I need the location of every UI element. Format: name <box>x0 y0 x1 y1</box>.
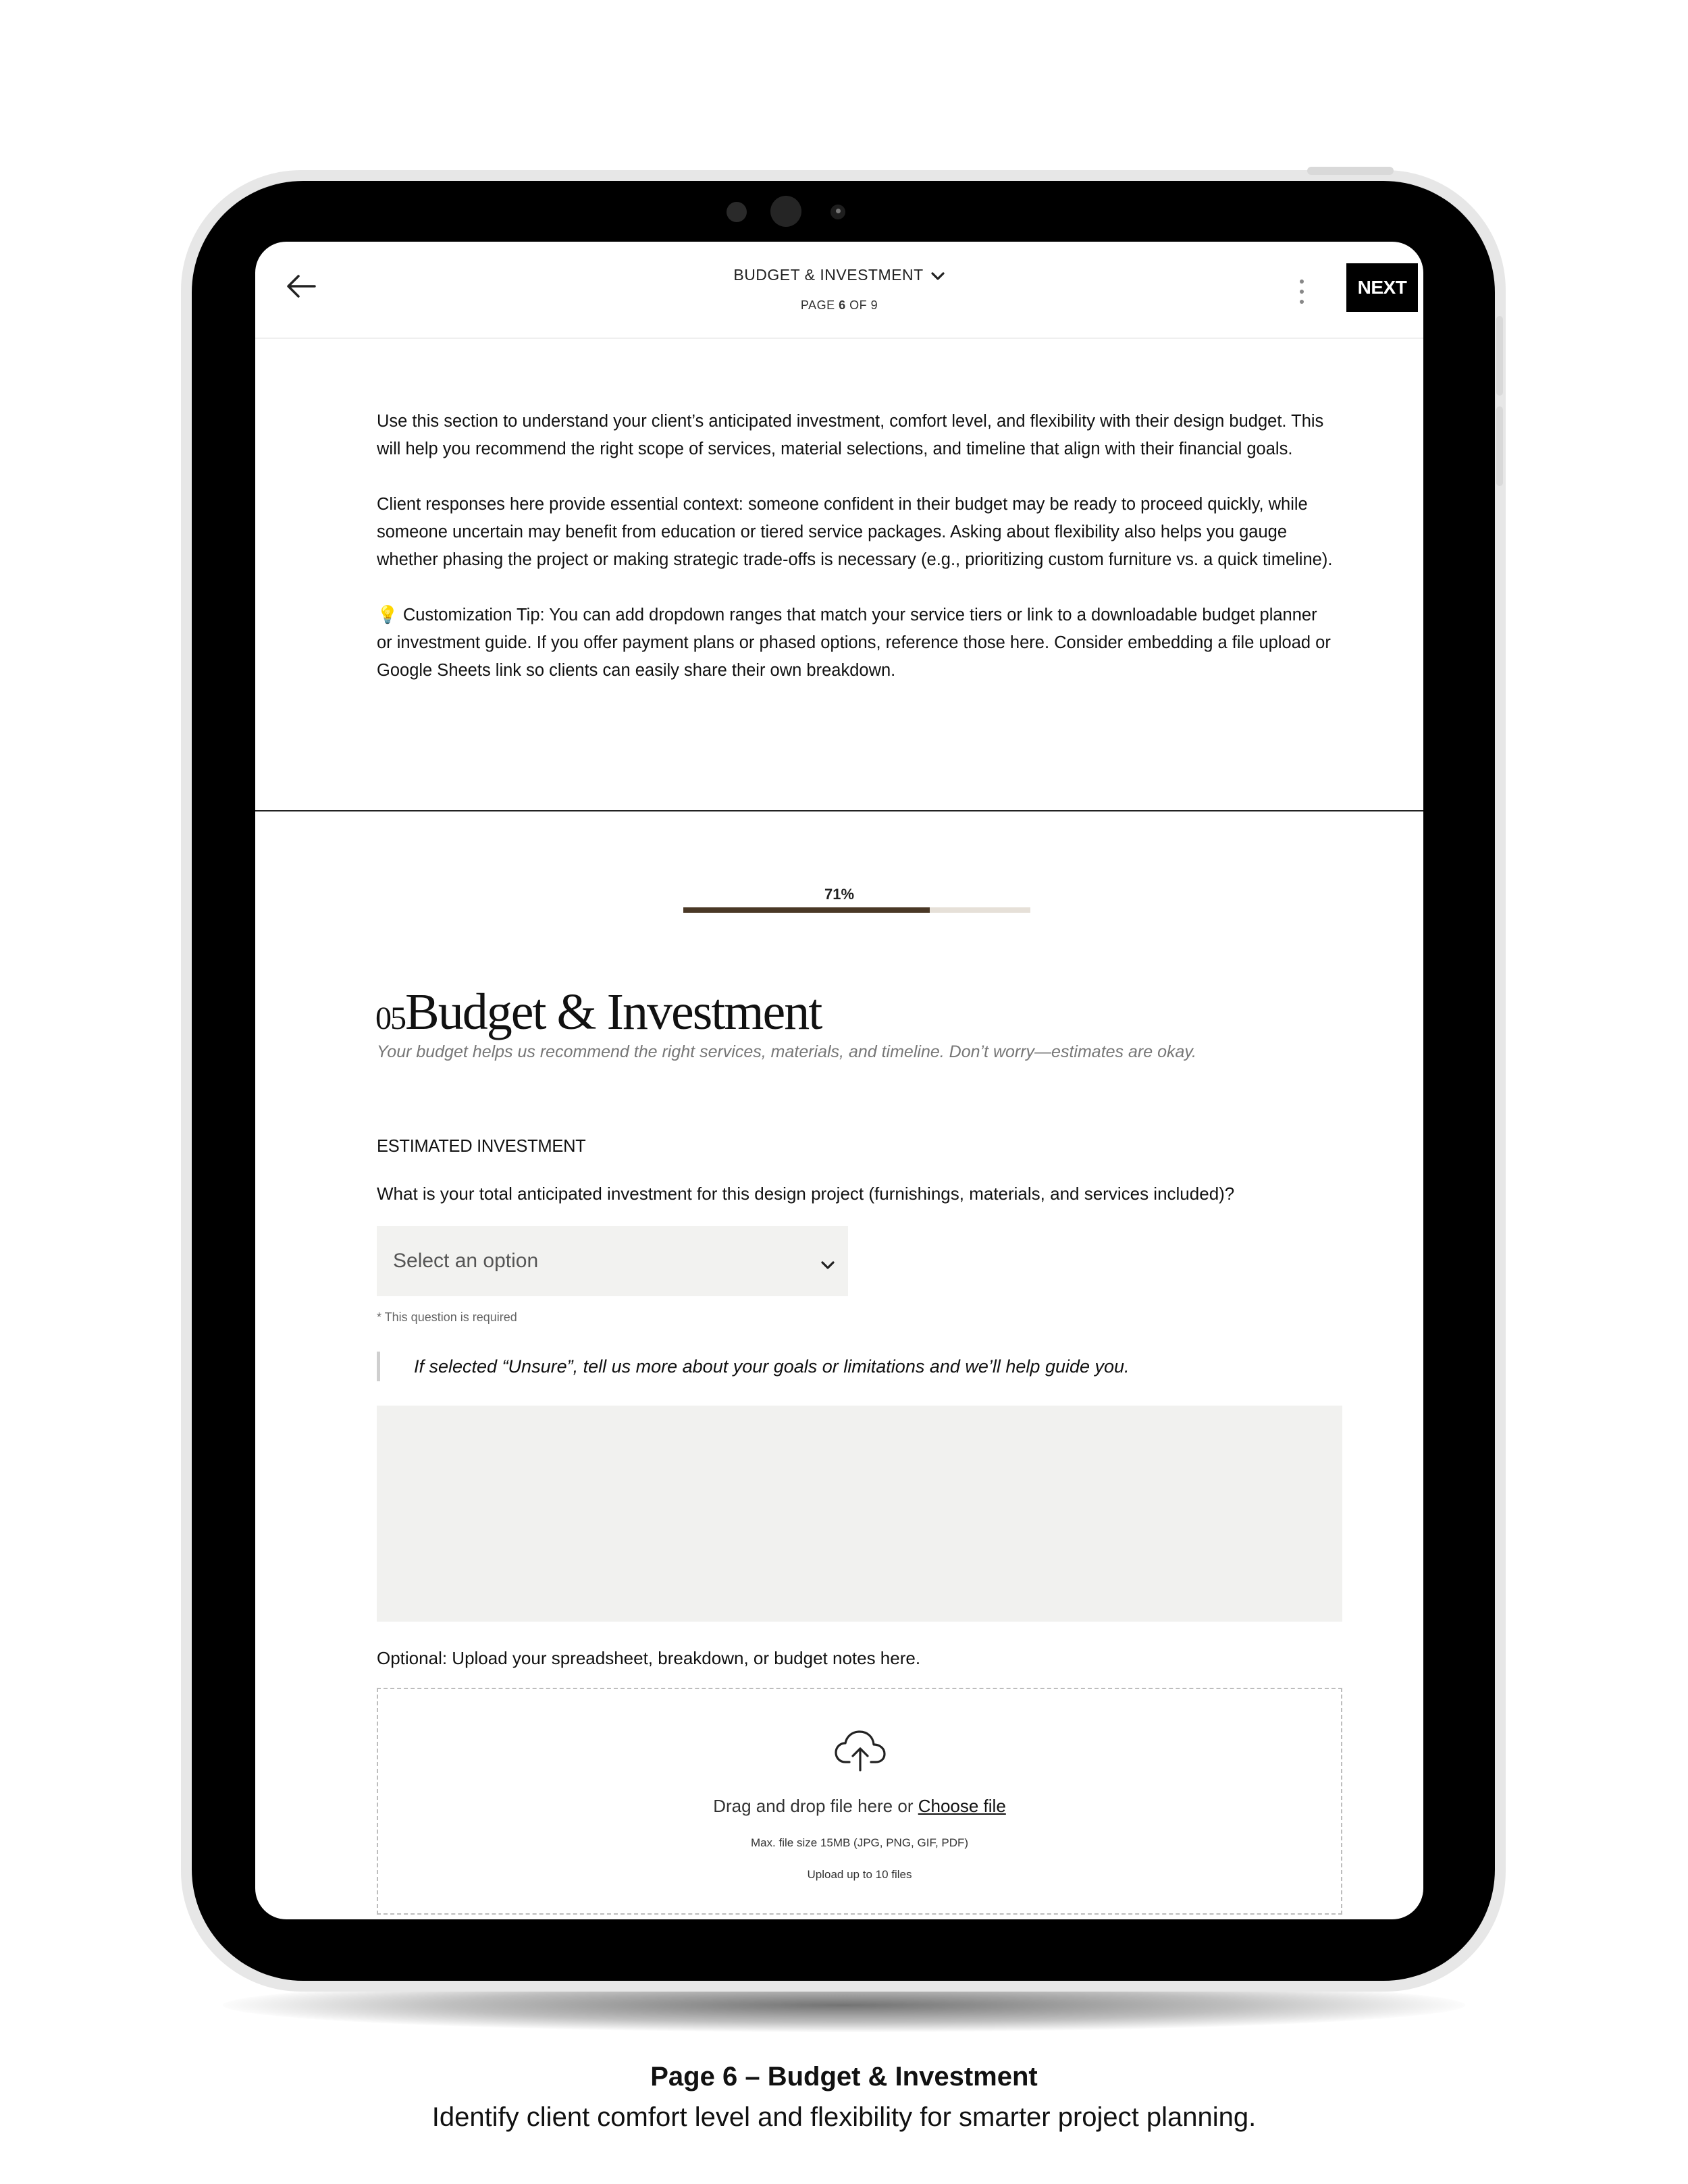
customization-tip: 💡 Customization Tip: You can add dropdow… <box>377 606 1331 680</box>
cloud-upload-icon <box>835 1730 886 1772</box>
progress-bar <box>683 907 1030 913</box>
unsure-details-textarea[interactable] <box>377 1406 1342 1622</box>
more-vertical-icon <box>1300 279 1304 304</box>
file-dropzone[interactable]: Drag and drop file here or Choose file M… <box>377 1688 1342 1915</box>
section-heading: 05Budget & Investment <box>375 983 1321 1042</box>
section-number: 05 <box>375 1001 406 1036</box>
file-count-limit: Upload up to 10 files <box>807 1868 912 1881</box>
tablet-volume-down-button <box>1496 406 1503 486</box>
page-counter: PAGE 6 OF 9 <box>800 298 878 312</box>
page-section-selector[interactable]: BUDGET & INVESTMENT <box>255 266 1423 285</box>
chevron-down-icon <box>930 267 945 285</box>
progress-bar-fill <box>683 907 930 913</box>
chevron-down-icon <box>820 1253 836 1276</box>
choose-file-link[interactable]: Choose file <box>918 1796 1006 1816</box>
file-size-limit: Max. file size 15MB (JPG, PNG, GIF, PDF) <box>750 1836 969 1849</box>
upload-label: Optional: Upload your spreadsheet, break… <box>377 1648 921 1668</box>
tablet-sensor <box>727 202 747 222</box>
more-options-button[interactable] <box>1296 277 1307 307</box>
tablet-top-button <box>1307 167 1394 175</box>
page-current: 6 <box>839 298 846 312</box>
tablet-camera <box>770 196 801 227</box>
required-note: * This question is required <box>377 1310 517 1324</box>
tablet-flash <box>830 205 845 219</box>
intro-text: Use this section to understand your clie… <box>377 408 1336 712</box>
intro-paragraph: Use this section to understand your clie… <box>377 412 1324 458</box>
section-divider <box>255 810 1423 811</box>
tablet-volume-up-button <box>1496 316 1503 396</box>
section-title: Budget & Investment <box>405 984 822 1040</box>
drop-instructions: Drag and drop file here or Choose file <box>713 1796 1006 1816</box>
next-button[interactable]: NEXT <box>1346 263 1418 312</box>
field-label: ESTIMATED INVESTMENT <box>377 1137 586 1156</box>
caption-subtitle: Identify client comfort level and flexib… <box>431 2102 1257 2132</box>
tablet-screen: BUDGET & INVESTMENT PAGE 6 OF 9 NEXT Use… <box>255 242 1423 1919</box>
select-placeholder: Select an option <box>393 1250 539 1272</box>
caption-title: Page 6 – Budget & Investment <box>650 2062 1038 2092</box>
progress-label: 71% <box>824 886 855 903</box>
unsure-prompt: If selected “Unsure”, tell us more about… <box>377 1352 1292 1381</box>
investment-select[interactable]: Select an option <box>377 1226 848 1296</box>
section-subtitle: Your budget helps us recommend the right… <box>377 1042 1196 1061</box>
page-title: BUDGET & INVESTMENT <box>733 266 924 284</box>
intro-paragraph: Client responses here provide essential … <box>377 495 1333 569</box>
investment-question: What is your total anticipated investmen… <box>377 1183 1235 1204</box>
top-bar: BUDGET & INVESTMENT PAGE 6 OF 9 NEXT <box>255 242 1423 339</box>
